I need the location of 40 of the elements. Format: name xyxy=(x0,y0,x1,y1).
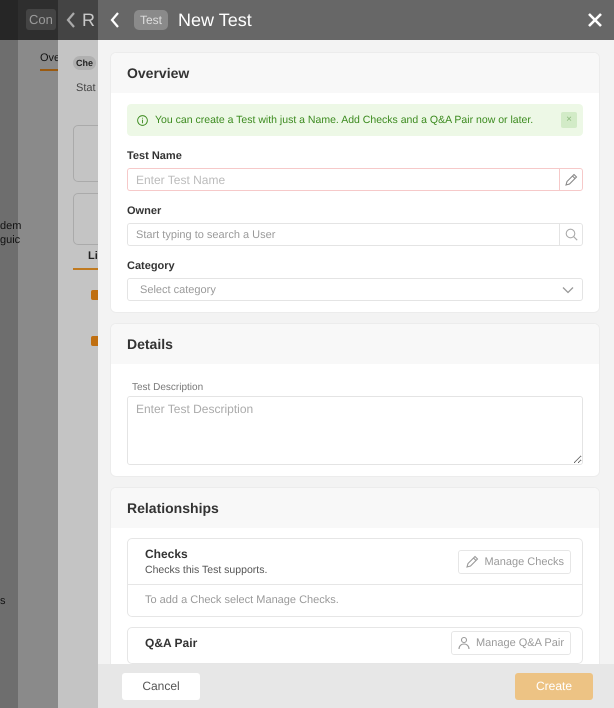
manage-button[interactable]: Manage Q&A Pair xyxy=(450,631,571,655)
pencil-icon xyxy=(564,172,578,186)
close-button[interactable]: × xyxy=(561,112,577,128)
description-field[interactable]: Enter Test Description xyxy=(127,396,583,465)
background-badge: Che xyxy=(73,56,96,70)
field-label: Test Description xyxy=(132,382,204,393)
field-label: Test Name xyxy=(127,150,183,162)
group-title: Checks xyxy=(145,547,189,561)
empty-message: To add a Check select Manage Checks. xyxy=(128,584,582,616)
alert-text: You can create a Test with just a Name. Add Checks and a Q&A Pair now or later. xyxy=(155,114,534,126)
background-text: Stat xyxy=(76,82,96,94)
background-tab[interactable]: Li xyxy=(88,250,98,262)
person-icon xyxy=(458,636,470,650)
background-button[interactable]: Con xyxy=(26,9,56,30)
text-field[interactable]: Enter Test Name xyxy=(127,168,559,191)
background-text: dem xyxy=(0,220,22,232)
background-text: guic xyxy=(0,234,20,246)
section-title: Overview xyxy=(127,65,190,81)
close-button[interactable] xyxy=(586,11,604,29)
section-title: Details xyxy=(127,336,173,352)
field-label: Owner xyxy=(127,205,162,217)
search-field[interactable]: Start typing to search a User xyxy=(127,223,559,246)
group-title: Q&A Pair xyxy=(145,636,198,650)
pencil-icon xyxy=(464,554,478,568)
section-title: Relationships xyxy=(127,500,219,516)
manage-button[interactable]: Manage Checks xyxy=(458,550,571,574)
field-label: Category xyxy=(127,260,176,272)
background-text: s xyxy=(0,595,6,607)
back-icon[interactable] xyxy=(66,12,76,28)
edit-button[interactable] xyxy=(559,168,583,191)
drawer-title: New Test xyxy=(178,10,253,30)
entity-badge: Test xyxy=(134,10,168,30)
search-button[interactable] xyxy=(559,223,583,246)
group-subtitle: Checks this Test supports. xyxy=(145,564,268,576)
dropdown[interactable]: Select category xyxy=(127,278,583,301)
info-icon xyxy=(137,114,148,126)
chevron-down-icon xyxy=(562,286,574,294)
search-icon xyxy=(564,228,578,241)
background-title: R xyxy=(82,10,95,30)
cancel-button[interactable]: Cancel xyxy=(122,672,200,700)
